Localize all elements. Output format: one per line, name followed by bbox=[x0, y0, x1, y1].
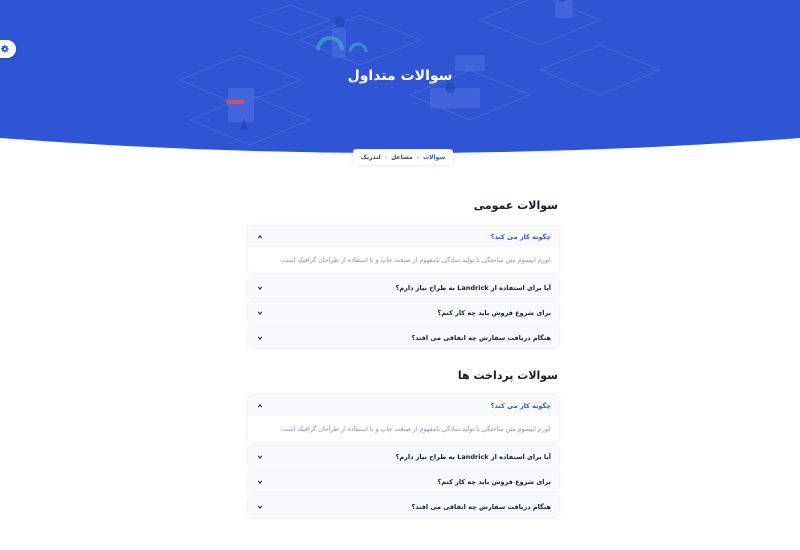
faq-question-text: آیا برای استفاده از Landrick به طراح نیا… bbox=[395, 452, 551, 461]
chevron-down-icon bbox=[256, 453, 264, 461]
faq-question-text: آیا برای استفاده از Landrick به طراح نیا… bbox=[395, 283, 551, 292]
faq-answer: لورم ایپسوم متن ساختگی با تولید سادگی نا… bbox=[248, 416, 559, 442]
breadcrumb: لندریک ‹ مشاغل ‹ سوالات bbox=[353, 149, 453, 165]
breadcrumb-home-link[interactable]: لندریک bbox=[361, 154, 381, 161]
chevron-left-icon: ‹ bbox=[384, 153, 388, 161]
faq-question-button[interactable]: برای شروع فروش باید چه کار کنم؟ bbox=[248, 302, 559, 323]
page-hero: سوالات متداول bbox=[0, 0, 800, 160]
chevron-left-icon: ‹ bbox=[416, 153, 420, 161]
faq-accordion-payments: چگونه کار می کند؟ لورم ایپسوم متن ساختگی… bbox=[248, 395, 559, 521]
faq-question-button[interactable]: آیا برای استفاده از Landrick به طراح نیا… bbox=[248, 446, 559, 467]
faq-question-text: چگونه کار می کند؟ bbox=[490, 401, 551, 410]
chevron-up-icon bbox=[256, 402, 264, 410]
faq-question-text: هنگام دریافت سفارش چه اتفاقی می افتد؟ bbox=[411, 502, 551, 511]
faq-item: آیا برای استفاده از Landrick به طراح نیا… bbox=[248, 446, 559, 467]
faq-accordion-general: چگونه کار می کند؟ لورم ایپسوم متن ساختگی… bbox=[248, 226, 559, 352]
faq-question-text: برای شروع فروش باید چه کار کنم؟ bbox=[437, 477, 551, 486]
faq-question-button[interactable]: چگونه کار می کند؟ bbox=[248, 395, 559, 416]
chevron-down-icon bbox=[256, 334, 264, 342]
chevron-down-icon bbox=[256, 284, 264, 292]
faq-question-text: برای شروع فروش باید چه کار کنم؟ bbox=[437, 308, 551, 317]
faq-item: برای شروع فروش باید چه کار کنم؟ bbox=[248, 302, 559, 323]
faq-question-text: هنگام دریافت سفارش چه اتفاقی می افتد؟ bbox=[411, 333, 551, 342]
chevron-down-icon bbox=[256, 478, 264, 486]
faq-item: آیا برای استفاده از Landrick به طراح نیا… bbox=[248, 277, 559, 298]
faq-answer: لورم ایپسوم متن ساختگی با تولید سادگی نا… bbox=[248, 247, 559, 273]
faq-question-button[interactable]: آیا برای استفاده از Landrick به طراح نیا… bbox=[248, 277, 559, 298]
page-title: سوالات متداول bbox=[347, 68, 453, 84]
faq-item: هنگام دریافت سفارش چه اتفاقی می افتد؟ bbox=[248, 327, 559, 348]
faq-question-text: چگونه کار می کند؟ bbox=[490, 232, 551, 241]
section-title-general: سوالات عمومی bbox=[473, 199, 558, 212]
chevron-up-icon bbox=[256, 233, 264, 241]
faq-question-button[interactable]: هنگام دریافت سفارش چه اتفاقی می افتد؟ bbox=[248, 327, 559, 348]
faq-item: برای شروع فروش باید چه کار کنم؟ bbox=[248, 471, 559, 492]
gear-icon bbox=[0, 44, 9, 53]
section-title-payments: سوالات پرداخت ها bbox=[457, 369, 558, 382]
chevron-down-icon bbox=[256, 503, 264, 511]
chevron-down-icon bbox=[256, 309, 264, 317]
faq-item: چگونه کار می کند؟ لورم ایپسوم متن ساختگی… bbox=[248, 395, 559, 442]
faq-item: هنگام دریافت سفارش چه اتفاقی می افتد؟ bbox=[248, 496, 559, 517]
faq-question-button[interactable]: برای شروع فروش باید چه کار کنم؟ bbox=[248, 471, 559, 492]
faq-question-button[interactable]: چگونه کار می کند؟ bbox=[248, 226, 559, 247]
faq-item: چگونه کار می کند؟ لورم ایپسوم متن ساختگی… bbox=[248, 226, 559, 273]
breadcrumb-current: سوالات bbox=[423, 153, 446, 161]
breadcrumb-jobs-link[interactable]: مشاغل bbox=[391, 154, 413, 161]
faq-question-button[interactable]: هنگام دریافت سفارش چه اتفاقی می افتد؟ bbox=[248, 496, 559, 517]
